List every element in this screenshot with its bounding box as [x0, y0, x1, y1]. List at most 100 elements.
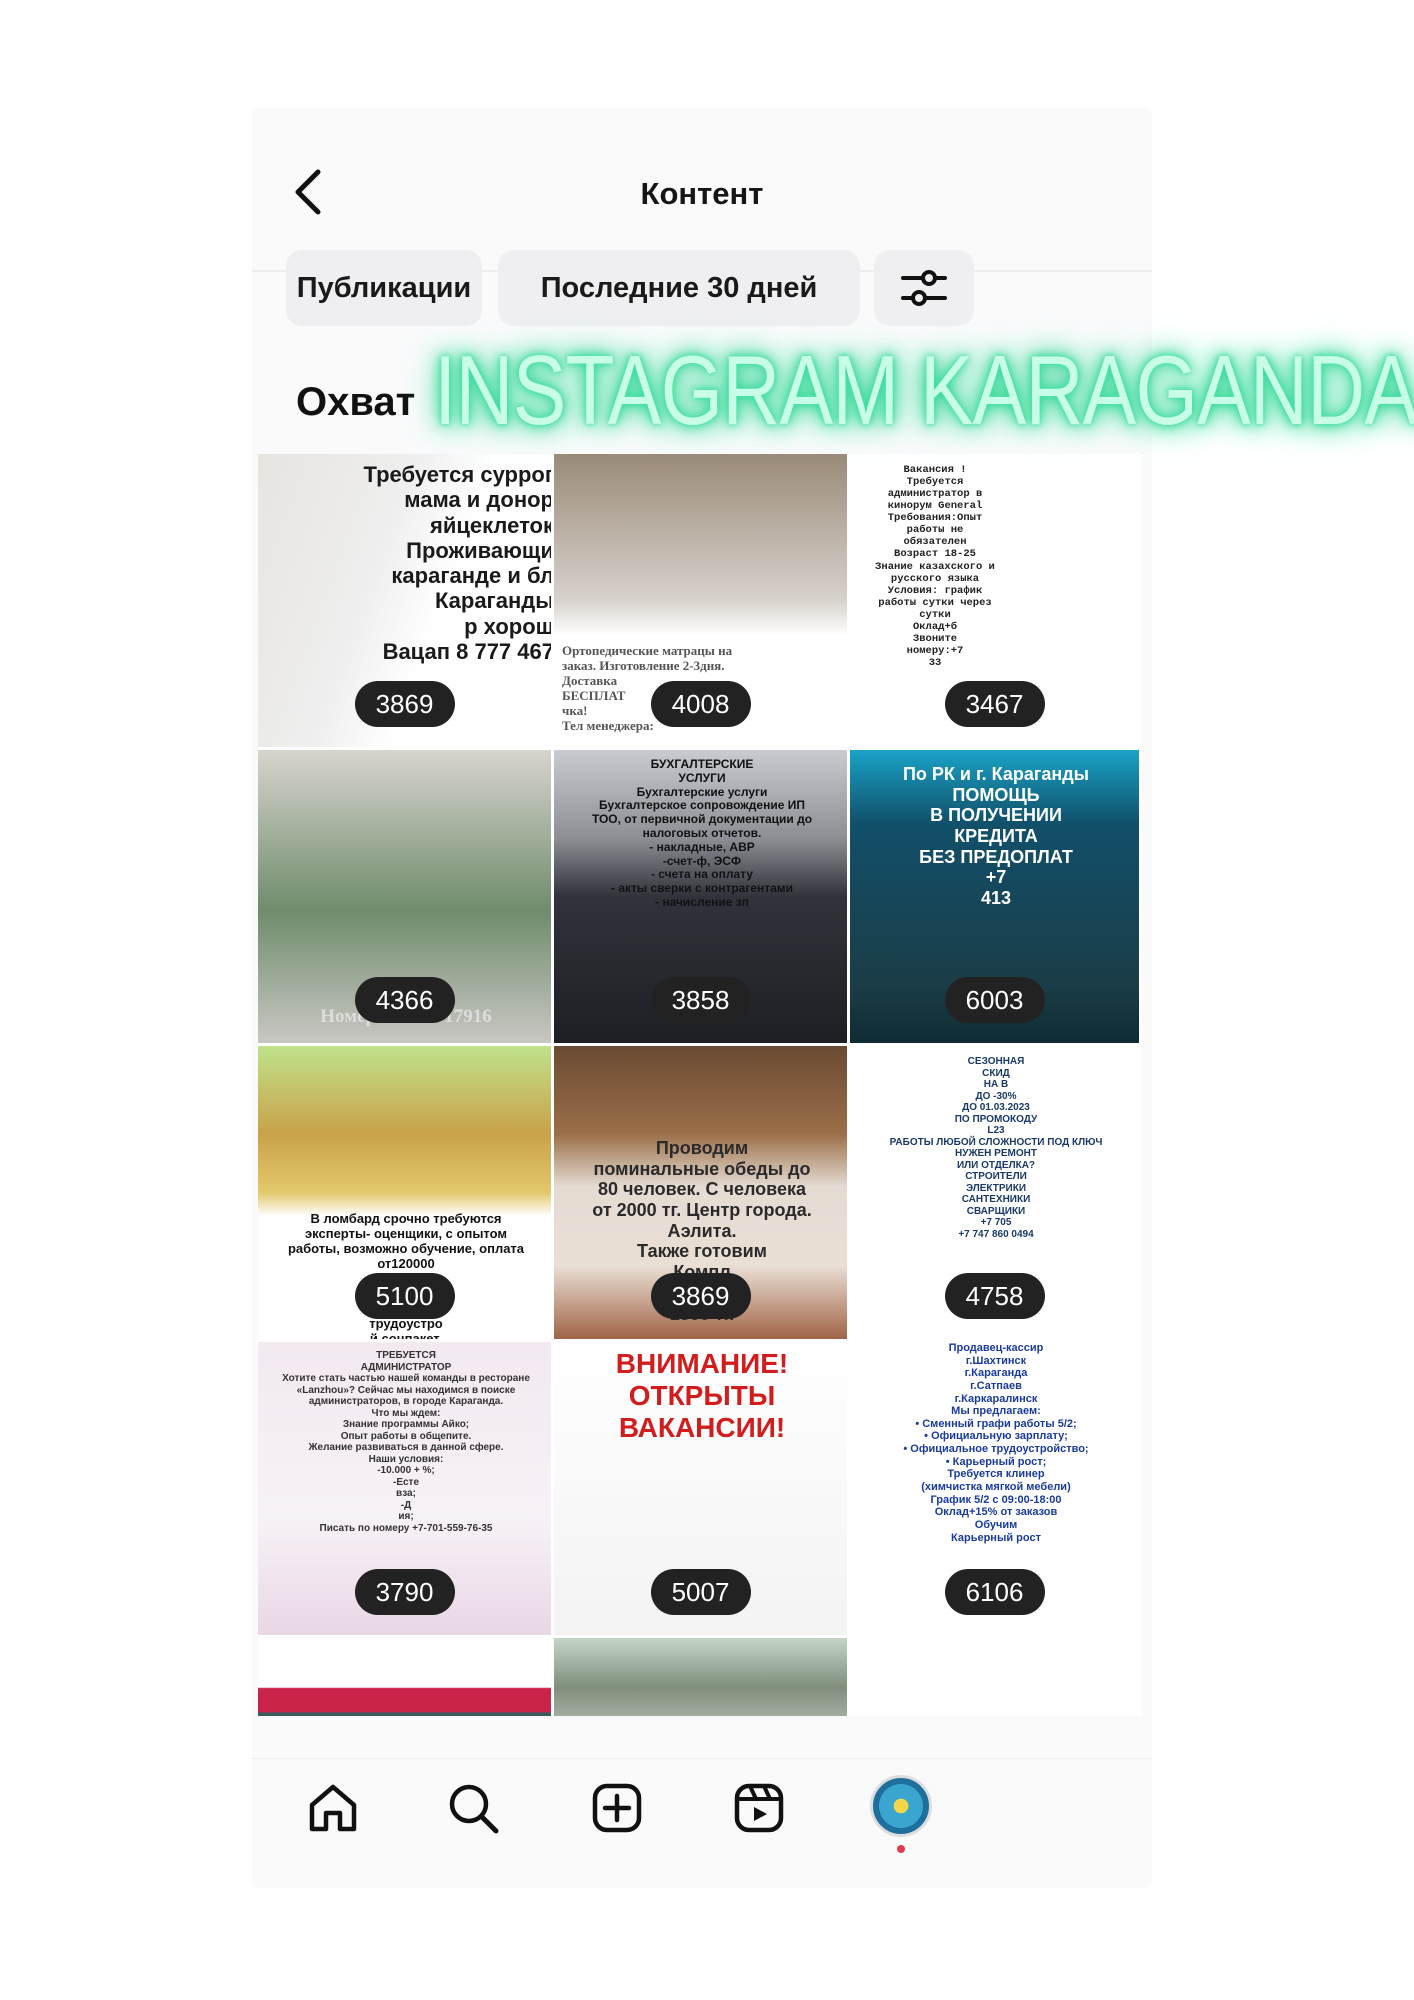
caption-line: мама и донор — [404, 487, 554, 513]
reach-count-badge: 3858 — [650, 977, 751, 1023]
post-caption: БУХГАЛТЕРСКИЕ УСЛУГИ Бухгалтерские услуги Б… — [564, 757, 840, 910]
caption-line: - начисление зп — [655, 894, 749, 909]
caption-line: Аэлита. — [667, 1220, 737, 1241]
caption-line: Продавец-кассир — [948, 1342, 1044, 1354]
caption-line: Бухгалтерские услуги — [636, 784, 768, 799]
caption-line: +7 705 — [980, 1217, 1012, 1228]
caption-line: +7 — [985, 867, 1007, 888]
caption-line: Знание казахского и — [875, 560, 995, 573]
section-title: Охват — [296, 380, 416, 424]
reach-count-badge: 3790 — [354, 1569, 455, 1615]
caption-line: ДО 01.03.2023 — [962, 1102, 1030, 1113]
post-tile[interactable]: Город Межгород — [258, 1638, 554, 1716]
caption-line: ОТКРЫТЫ — [628, 1380, 776, 1412]
home-icon — [309, 1784, 357, 1832]
caption-line: ПОМОЩЬ — [952, 784, 1040, 805]
post-tile[interactable]: В ломбард срочно требуются эксперты- оцен… — [258, 1046, 554, 1342]
post-tile[interactable]: Вакансия ! Требуется администратор в кинору… — [850, 454, 1142, 750]
caption-line: Также готовим — [637, 1241, 767, 1262]
post-tile[interactable]: ВНИМАНИЕ! ОТКРЫТЫ ВАКАНСИИ! 5007 — [554, 1342, 850, 1638]
reach-count-badge: 4008 — [650, 681, 751, 727]
caption-line: Писать по номеру +7-701-559-76-35 — [319, 1522, 493, 1534]
post-tile[interactable]: Номер: 877753179164366 — [258, 750, 554, 1046]
post-caption: Требуется суррог мама и донор яйцеклеток Пр… — [318, 462, 554, 665]
caption-line: ВАКАНСИИ! — [618, 1412, 786, 1444]
caption-line: поминальные обеды до — [593, 1158, 811, 1179]
caption-line: Караганды — [434, 588, 554, 614]
nav-create[interactable] — [588, 1779, 646, 1837]
caption-line: СЕЗОННАЯ — [967, 1056, 1025, 1067]
filter-type-chip[interactable]: Публикации — [286, 250, 482, 326]
reach-count-badge: 3869 — [650, 1273, 751, 1319]
caption-line: -Д — [400, 1499, 412, 1511]
caption-line: от 2000 тг. Центр города. — [592, 1200, 812, 1221]
reach-count-badge: 3869 — [354, 681, 455, 727]
caption-line: Условия: график — [887, 584, 983, 597]
caption-line: ДО -30% — [975, 1090, 1017, 1102]
reach-count-badge: 4758 — [944, 1273, 1045, 1319]
page-title: Контент — [640, 176, 764, 211]
caption-line: Требуется клинер — [947, 1468, 1045, 1481]
post-tile[interactable] — [554, 1638, 850, 1716]
caption-line: СВАРЩИКИ — [966, 1205, 1026, 1217]
post-caption: Вакансия ! Требуется администратор в кинору… — [852, 464, 1018, 669]
caption-line: Обучим — [974, 1518, 1018, 1531]
nav-profile[interactable] — [870, 1775, 932, 1837]
caption-line: • Официальное трудоустройство; — [903, 1443, 1089, 1456]
screenshot-canvas: Контент Публикации Последние 30 дней Охв… — [0, 0, 1414, 2000]
post-tile[interactable]: БУХГАЛТЕРСКИЕ УСЛУГИ Бухгалтерские услуги Б… — [554, 750, 850, 1046]
caption-line: обязателен — [903, 536, 967, 549]
caption-line: • Официальную зарплату; — [924, 1430, 1068, 1443]
caption-line: УСЛУГИ — [678, 770, 726, 785]
caption-line: -счет-ф, ЭСФ — [662, 853, 742, 868]
caption-line: номеру:+7 — [906, 644, 964, 657]
caption-line: БЕЗ ПРЕДОПЛАТ — [919, 846, 1073, 867]
reach-count-badge: 6003 — [944, 977, 1045, 1023]
post-tile[interactable]: Продавец-кассир г.Шахтинск г.Караганда г.Са… — [850, 1342, 1142, 1638]
caption-line: • Карьерный рост; — [945, 1455, 1047, 1468]
caption-line: В ПОЛУЧЕНИИ — [930, 805, 1062, 826]
caption-line: НУЖЕН РЕМОНТ — [955, 1148, 1037, 1159]
caption-line: Город Межгород — [352, 1643, 460, 1658]
caption-line: работы, возможно обучение, оплата — [287, 1240, 525, 1256]
caption-line: эксперты- оценщики, с опытом — [304, 1225, 508, 1241]
caption-line: ия; — [398, 1511, 414, 1522]
filter-period-chip[interactable]: Последние 30 дней — [498, 250, 860, 326]
caption-line: администраторов, в городе Караганда. — [308, 1396, 504, 1407]
caption-line: СКИД — [982, 1067, 1010, 1079]
caption-line: ИЛИ ОТДЕЛКА? — [956, 1159, 1036, 1171]
nav-search[interactable] — [444, 1779, 502, 1837]
caption-line: -Есте — [392, 1476, 420, 1488]
caption-line: - накладные, АВР — [649, 839, 755, 854]
caption-line: НА В — [983, 1079, 1009, 1090]
caption-line: ТРЕБУЕТСЯ — [376, 1350, 436, 1361]
post-tile[interactable] — [850, 1638, 1142, 1716]
caption-line: Вацап 8 777 467 — [382, 639, 554, 665]
caption-line: караганде и бл — [391, 563, 554, 589]
nav-reels[interactable] — [730, 1779, 788, 1837]
caption-line: Возраст 18-25 — [894, 548, 976, 561]
caption-line: работы сутки через — [878, 596, 992, 609]
caption-line: ПО ПРОМОКОДУ — [954, 1113, 1038, 1125]
post-tile[interactable]: СЕЗОННАЯ СКИД НА В ДО -30% ДО 01.03.2023 ПО П… — [850, 1046, 1142, 1342]
caption-line: Звоните — [912, 632, 958, 645]
caption-line: Карьерный рост — [951, 1531, 1041, 1544]
post-tile[interactable]: ТРЕБУЕТСЯ АДМИНИСТРАТОР Хотите стать часть… — [258, 1342, 554, 1638]
post-tile[interactable]: Проводим поминальные обеды до 80 человек. … — [554, 1046, 850, 1342]
caption-line: Хотите стать частью нашей команды в рест… — [282, 1373, 530, 1384]
reach-count-badge: 6106 — [944, 1569, 1045, 1615]
filter-settings-button[interactable] — [874, 250, 974, 326]
caption-line: Требуется суррог — [363, 462, 554, 487]
post-tile[interactable]: Требуется суррог мама и донор яйцеклеток Пр… — [258, 454, 554, 750]
caption-line: 33 — [928, 657, 942, 669]
caption-line: САНТЕХНИКИ — [961, 1194, 1031, 1205]
post-tile[interactable]: По РК и г. Караганды ПОМОЩЬ В ПОЛУЧЕНИИ КРЕ… — [850, 750, 1142, 1046]
nav-home[interactable] — [304, 1779, 362, 1837]
caption-line: Вакансия ! — [903, 464, 967, 476]
caption-line: г.Сатпаев — [970, 1379, 1022, 1392]
caption-line: Бухгалтерское сопровождение ИП — [599, 798, 805, 813]
post-tile[interactable]: Ортопедические матрацы на заказ. Изготовл… — [554, 454, 850, 750]
search-icon — [449, 1784, 499, 1834]
caption-line: Требования:Опыт — [887, 512, 983, 525]
reach-count-badge: 4366 — [354, 977, 455, 1023]
